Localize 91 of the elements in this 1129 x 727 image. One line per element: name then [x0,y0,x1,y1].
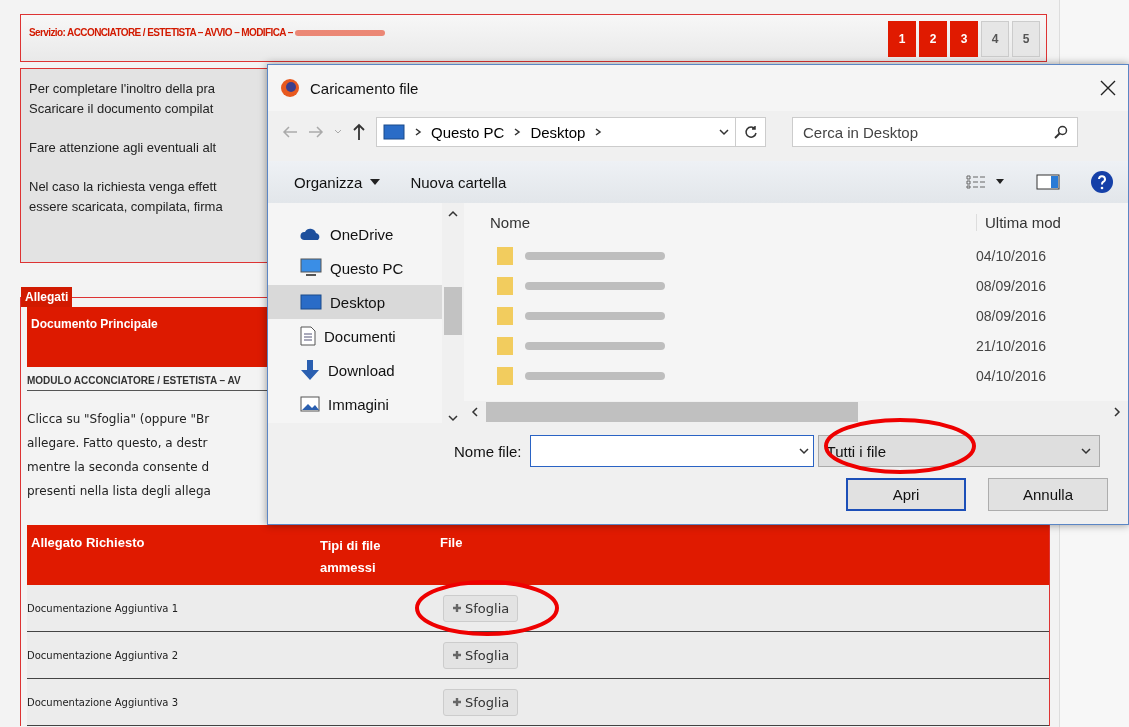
monitor-icon [300,258,322,278]
file-row[interactable]: 08/09/2016 [464,301,1128,331]
navigation-item[interactable]: Desktop [268,285,442,319]
column-header[interactable]: Nome [464,213,976,231]
search-icon [1054,125,1068,139]
breadcrumb-item[interactable]: Questo PC [431,123,505,141]
scroll-thumb[interactable] [486,402,858,422]
open-button[interactable]: Apri [846,478,966,511]
browse-button[interactable]: Sfoglia [443,688,519,716]
info-text: Scaricare il documento compilat [29,100,214,118]
modified-date: 04/10/2016 [976,368,1047,384]
refresh-button[interactable] [736,117,766,147]
folder-icon [496,336,514,356]
filename-label: Nome file: [454,442,522,460]
search-field[interactable]: Cerca in Desktop [792,117,1078,147]
info-text: Fare attenzione agli eventuali alt [29,139,217,157]
download-arrow-icon [300,359,320,381]
address-bar[interactable]: Questo PC Desktop [376,117,736,147]
new-folder-button[interactable]: Nuova cartella [410,173,507,191]
browse-button[interactable]: Sfoglia [443,641,519,669]
close-icon[interactable] [1100,80,1116,96]
section-heading: Documento Principale [31,317,158,331]
breadcrumb-chevron-icon[interactable] [512,127,523,137]
step-indicator[interactable]: 5 [1012,21,1040,57]
dialog-title: Caricamento file [310,79,420,97]
image-icon [300,396,320,412]
scroll-right-icon[interactable] [1112,407,1122,417]
instruction-text: allegare. Fatto questo, a destr [27,435,208,452]
plus-icon [452,697,462,707]
browser-logo-icon [280,78,300,98]
caret-icon [370,179,381,185]
breadcrumb-chevron-icon[interactable] [413,127,423,137]
file-row[interactable]: 08/09/2016 [464,271,1128,301]
info-text: essere scaricata, compilata, firma [29,198,223,216]
scroll-left-icon[interactable] [470,407,480,417]
breadcrumb-chevron-icon[interactable] [593,127,604,137]
horizontal-scrollbar[interactable] [464,401,1128,423]
modified-date: 04/10/2016 [976,248,1047,264]
service-title: Servizio: ACCONCIATORE / ESTETISTA – AVVIO – MODIFICA – [29,27,293,38]
plus-icon [452,650,462,660]
scroll-down-icon[interactable] [448,413,458,423]
modified-date: 08/09/2016 [976,308,1047,324]
folder-icon [496,366,514,386]
help-icon[interactable] [1090,170,1114,194]
column-header: Tipi di file ammessi [320,537,382,575]
modified-date: 21/10/2016 [976,338,1047,354]
instruction-text: Clicca su "Sfoglia" (oppure "Br [27,411,210,428]
instruction-text: mentre la seconda consente d [27,459,210,476]
step-indicator[interactable]: 2 [919,21,947,57]
preview-pane-icon[interactable] [1036,174,1060,190]
filename-field[interactable] [529,435,814,467]
browse-button[interactable]: Sfoglia [443,594,519,622]
section-legend: Allegati [21,287,73,307]
document-icon [300,326,316,346]
plus-icon [452,603,462,613]
navigation-item[interactable]: Questo PC [268,251,442,285]
view-options-icon[interactable] [966,175,1006,189]
info-text: Nel caso la richiesta venga effett [29,178,217,196]
file-row[interactable]: 21/10/2016 [464,331,1128,361]
step-indicator[interactable]: 3 [950,21,978,57]
scroll-up-icon[interactable] [448,209,458,219]
scrollbar[interactable] [442,203,464,423]
refresh-icon [743,125,758,139]
desktop-icon [300,294,322,310]
navigation-item[interactable]: Documenti [268,319,442,353]
column-header: Allegato Richiesto [31,535,146,552]
column-header: File [440,535,463,552]
cancel-button[interactable]: Annulla [988,478,1108,511]
modified-date: 08/09/2016 [976,278,1047,294]
dropdown-chevron-icon[interactable] [1080,446,1091,456]
navigation-item[interactable]: OneDrive [268,217,442,251]
attachment-name: Documentazione Aggiuntiva 1 [27,602,180,614]
step-indicator[interactable]: 4 [981,21,1009,57]
info-text: Per completare l'inoltro della pra [29,80,216,98]
organize-menu[interactable]: Organizza [294,173,381,191]
breadcrumb-item[interactable]: Desktop [530,123,586,141]
instruction-text: presenti nella lista degli allega [27,483,211,500]
up-arrow-icon[interactable] [352,123,366,141]
folder-icon [496,306,514,326]
column-header[interactable]: Ultima mod [976,213,1061,231]
attachment-name: Documentazione Aggiuntiva 2 [27,649,180,661]
file-row[interactable]: 04/10/2016 [464,241,1128,271]
folder-icon [496,246,514,266]
attachment-name: Documentazione Aggiuntiva 3 [27,696,180,708]
dropdown-chevron-icon[interactable] [719,127,729,137]
scroll-thumb[interactable] [444,287,462,335]
cloud-icon [300,227,322,241]
desktop-icon [383,124,405,140]
folder-icon [496,276,514,296]
dropdown-chevron-icon[interactable] [798,446,809,456]
step-indicator[interactable]: 1 [888,21,916,57]
